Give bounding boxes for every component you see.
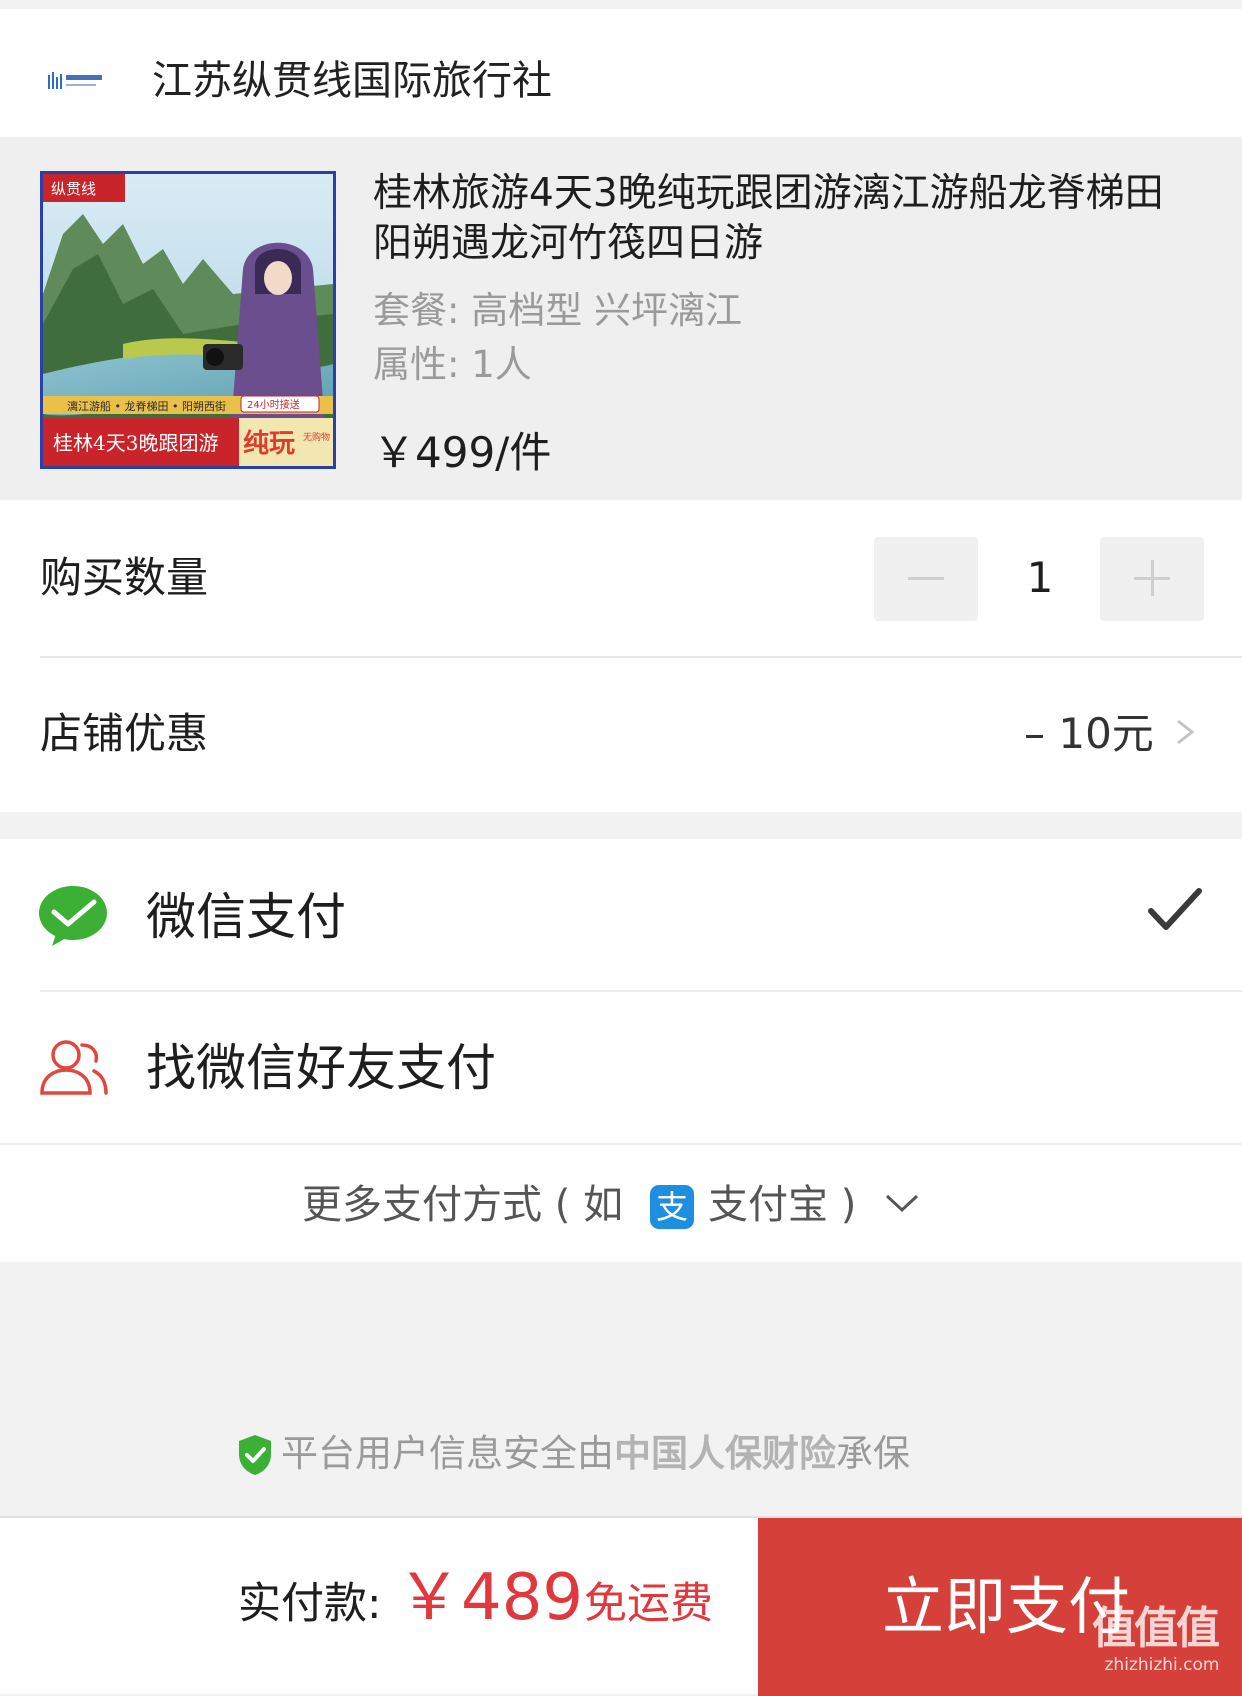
product-photo: 纵贯线 漓江游船 • 龙脊梯田 • 阳朔西街 24小时接送 桂林4天3晚跟团游 …	[43, 174, 333, 466]
quantity-decrement-button[interactable]	[874, 537, 978, 621]
product-card[interactable]: 纵贯线 漓江游船 • 龙脊梯田 • 阳朔西街 24小时接送 桂林4天3晚跟团游 …	[0, 137, 1242, 500]
insurance-prefix: 平台用户信息安全由	[281, 1432, 614, 1475]
checkmark-icon	[1148, 888, 1202, 930]
chevron-right-icon[interactable]	[1172, 719, 1198, 745]
chevron-down-icon	[885, 1194, 919, 1213]
friend-pay-option[interactable]: 找微信好友支付	[146, 1034, 496, 1102]
total-label: 实付款:	[238, 1579, 382, 1629]
watermark-url: zhizhizhi.com	[1104, 1655, 1220, 1675]
total-amount: ￥489	[397, 1561, 584, 1635]
quantity-value[interactable]: 1	[1010, 548, 1070, 608]
product-title: 桂林旅游4天3晚纯玩跟团游漓江游船龙脊梯田阳朔遇龙河竹筏四日游	[373, 171, 1164, 266]
alipay-icon: 支	[650, 1185, 694, 1229]
store-logo-icon	[48, 72, 102, 89]
payment-methods: 微信支付 找微信好友支付 更多支付方式 ( 如 支 支付宝 )	[0, 839, 1242, 1262]
insurance-note: 平台用户信息安全由中国人保财险承保	[281, 1428, 910, 1480]
checkout-bar: 实付款: ￥489 免运费 立即支付	[0, 1516, 1242, 1696]
shield-check-icon	[239, 1435, 271, 1475]
watermark: 值值值 zhizhizhi.com	[1092, 1604, 1232, 1676]
divider	[40, 990, 1242, 992]
photo-note: 无购物	[303, 431, 330, 443]
insurance-suffix: 承保	[836, 1432, 910, 1475]
plus-icon-vertical	[1151, 560, 1154, 596]
more-payment-label: 更多支付方式 ( 如	[302, 1182, 624, 1228]
friend-pay-icon	[40, 1040, 108, 1095]
divider	[40, 656, 1242, 658]
store-header[interactable]: 江苏纵贯线国际旅行社	[0, 9, 1242, 137]
watermark-logo: 值值值	[1092, 1603, 1220, 1654]
order-options: 购买数量 1 店铺优惠 – 10元	[0, 500, 1242, 812]
minus-icon	[908, 577, 944, 580]
photo-badge: 24小时接送	[247, 398, 300, 411]
product-attribute: 属性: 1人	[373, 343, 532, 386]
store-name: 江苏纵贯线国际旅行社	[152, 58, 552, 104]
insurer-name: 中国人保财险	[614, 1432, 836, 1475]
product-spec: 套餐: 高档型 兴坪漓江	[373, 289, 742, 332]
product-thumbnail: 纵贯线 漓江游船 • 龙脊梯田 • 阳朔西街 24小时接送 桂林4天3晚跟团游 …	[40, 171, 336, 469]
shipping-note: 免运费	[584, 1579, 713, 1629]
wechat-pay-option[interactable]: 微信支付	[146, 883, 346, 951]
quantity-label: 购买数量	[40, 553, 209, 602]
alipay-label: 支付宝 )	[708, 1182, 857, 1228]
photo-highlight: 纯玩	[243, 428, 295, 459]
coupon-value[interactable]: – 10元	[1024, 704, 1154, 764]
photo-caption: 桂林4天3晚跟团游	[53, 431, 218, 455]
wechat-pay-icon	[39, 886, 107, 946]
coupon-label: 店铺优惠	[40, 709, 209, 758]
more-payment-methods[interactable]: 更多支付方式 ( 如 支 支付宝 )	[0, 1145, 1242, 1262]
photo-tags: 漓江游船 • 龙脊梯田 • 阳朔西街	[67, 399, 226, 413]
product-price: ￥499/件	[373, 428, 552, 477]
photo-brand: 纵贯线	[51, 180, 96, 198]
quantity-increment-button[interactable]	[1100, 537, 1204, 621]
